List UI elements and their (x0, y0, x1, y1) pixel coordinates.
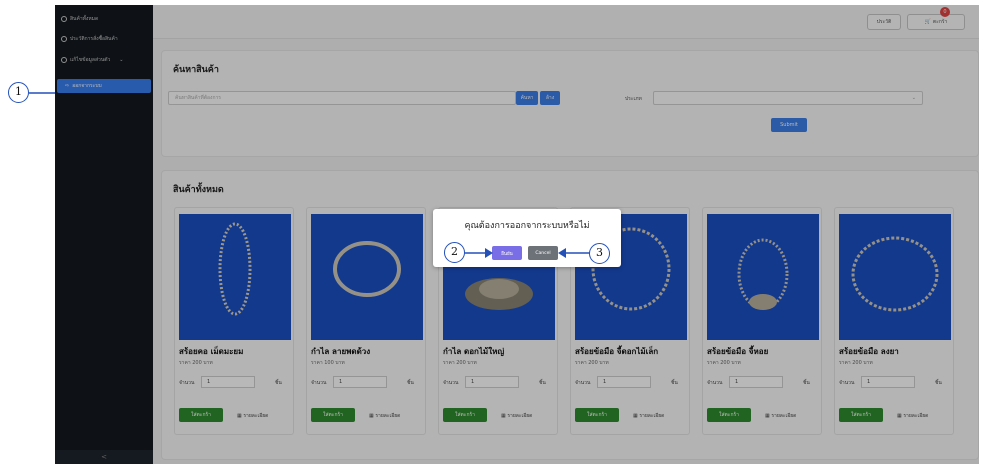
dialog-question: คุณต้องการออกจากระบบหรือไม่ (464, 221, 590, 231)
callout-marker-3: 3 (589, 243, 610, 264)
cancel-button[interactable]: Cancel (528, 246, 558, 260)
callout-marker-1: 1 (8, 82, 29, 103)
callout-arrow-3 (558, 248, 590, 258)
callout-arrow-2 (465, 248, 493, 258)
callout-marker-2: 2 (444, 242, 465, 263)
app-window: สินค้าทั้งหมด ประวัติการสั่งซื้อสินค้า แ… (55, 5, 979, 464)
confirm-button[interactable]: ยืนยัน (492, 246, 522, 260)
